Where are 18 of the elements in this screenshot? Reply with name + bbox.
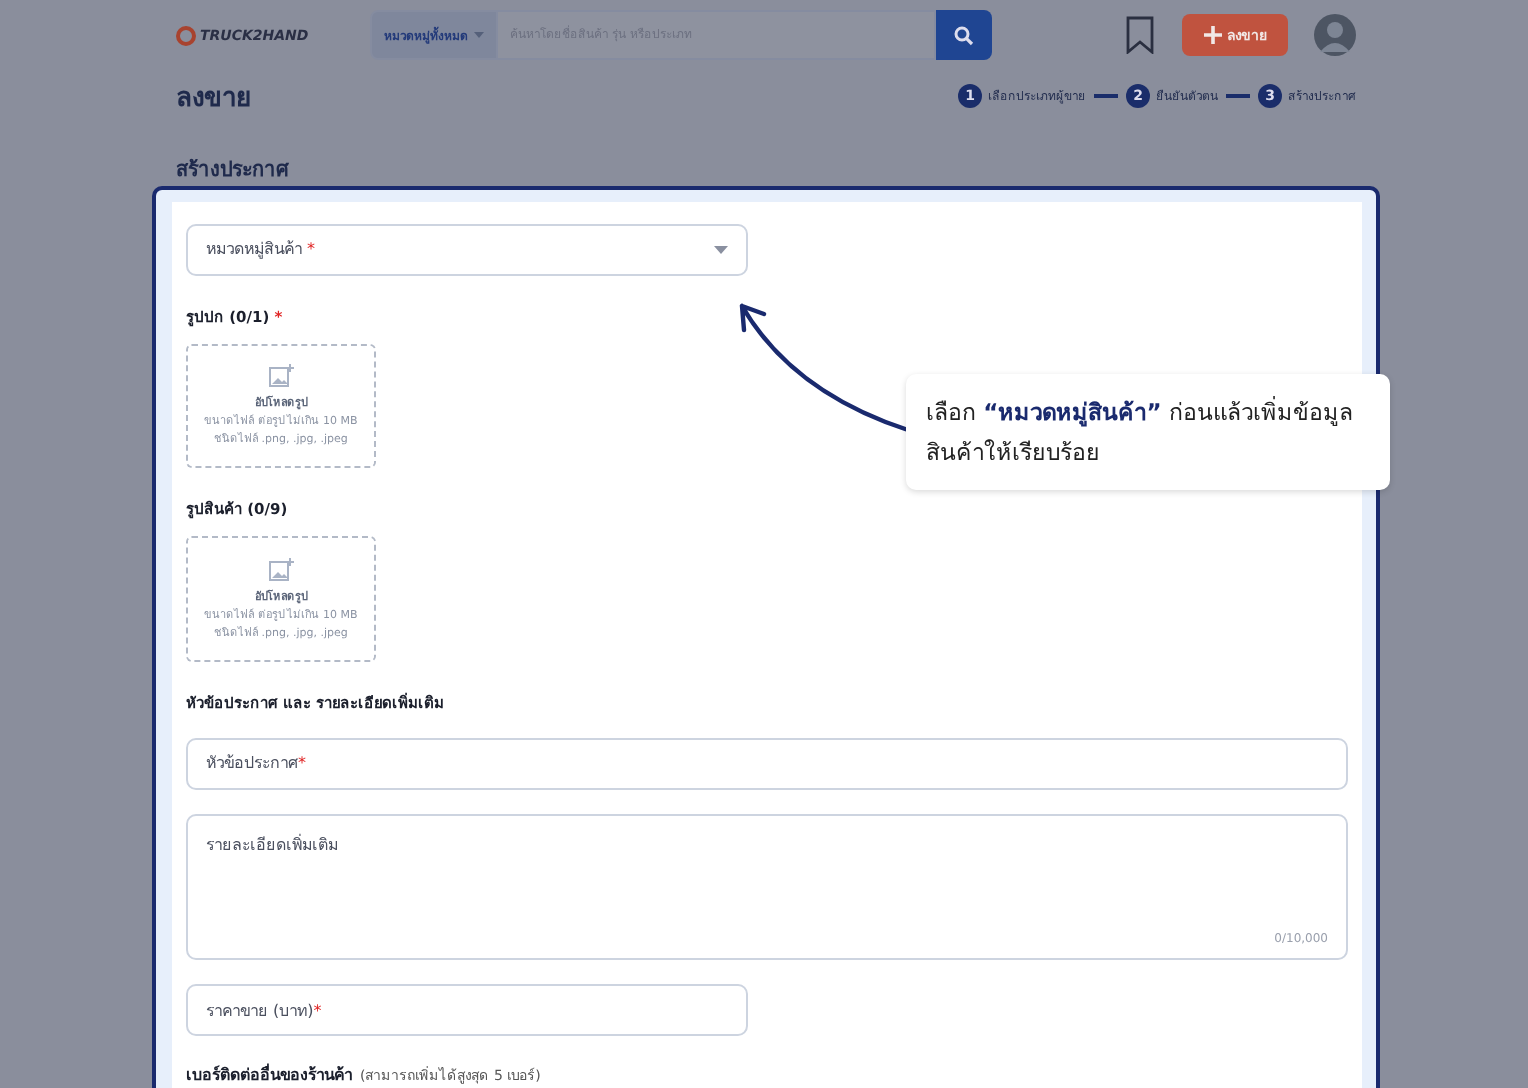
search-icon [954, 25, 974, 45]
ring-icon [176, 25, 196, 45]
caret-icon [474, 32, 484, 38]
callout-text: เลือก “หมวดหมู่สินค้า” ก่อนแล้วเพิ่มข้อมูลสินค้าให้เรียบร้อย [906, 374, 1390, 490]
caret-icon [714, 245, 728, 254]
page-title: ลงขาย [176, 81, 252, 117]
avatar[interactable] [1314, 14, 1356, 56]
bookmark-icon[interactable] [1126, 16, 1154, 54]
title-field[interactable]: หัวข้อประกาศ* [186, 738, 1348, 790]
image-add-icon [268, 558, 294, 583]
section-title: สร้างประกาศ [176, 156, 291, 182]
search-button[interactable] [936, 10, 992, 60]
category-select[interactable]: หมวดหมู่สินค้า * [186, 224, 748, 276]
price-field[interactable]: ราคาขาย (บาท)* [186, 984, 748, 1036]
plus-icon [1203, 26, 1221, 44]
placeholder-text: รายละเอียดเพิ่มเติม [206, 832, 338, 858]
image-add-icon [268, 364, 294, 389]
field-label: เบอร์ติดต่ออื่นของร้านค้า [186, 1062, 352, 1088]
